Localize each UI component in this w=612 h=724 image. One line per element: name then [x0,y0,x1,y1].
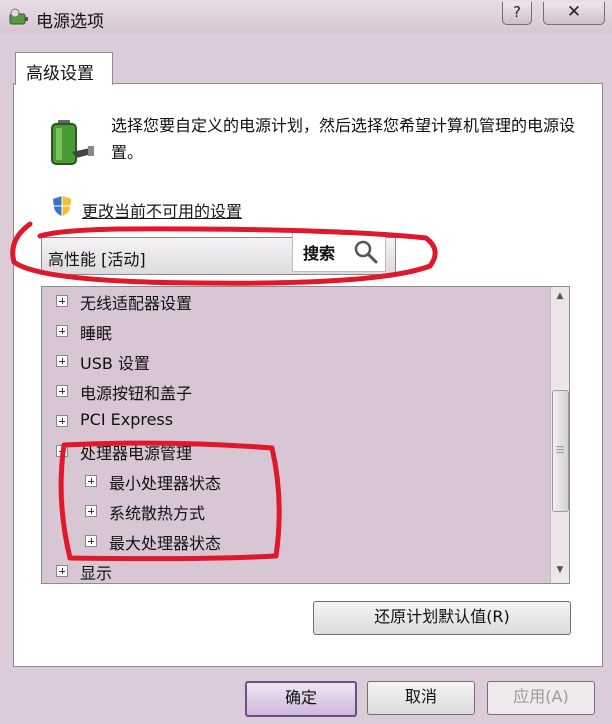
tree-item-label: USB 设置 [80,354,150,373]
search-label: 搜索 [303,244,336,263]
expand-icon[interactable] [85,535,97,547]
restore-defaults-button[interactable]: 还原计划默认值(R) [313,601,571,635]
expand-icon[interactable] [85,475,97,487]
power-options-window: 电源选项 ? ✕ 高级设置 选择您要自定义的电源计划，然后选择您希望计算机管理的… [0,0,612,724]
scrollbar-thumb[interactable]: — — — [552,390,569,512]
tree-item-label: 最大处理器状态 [109,534,222,553]
window-title: 电源选项 [36,12,104,32]
tab-advanced-settings[interactable]: 高级设置 [15,52,113,85]
tree-item-label: 显示 [80,564,113,583]
tree-item-label: 睡眠 [80,324,113,343]
help-button[interactable]: ? [502,2,532,25]
tree-item-label: 系统散热方式 [109,504,206,523]
collapse-icon[interactable] [56,445,68,457]
settings-tree[interactable]: 无线适配器设置 睡眠 USB 设置 电源按钮和盖子 PCI Express 处理… [41,286,570,584]
close-button[interactable]: ✕ [543,2,605,25]
tree-scrollbar[interactable]: ▲ — — — ▼ [550,287,569,583]
expand-icon[interactable] [56,295,68,307]
tree-item-label: 最小处理器状态 [109,474,222,493]
ok-button[interactable]: 确定 [245,681,357,717]
power-plan-value: 高性能 [活动] [48,250,146,269]
tab-label: 高级设置 [26,64,94,84]
tree-item-label: 无线适配器设置 [80,294,193,313]
tree-item-label: 处理器电源管理 [80,444,193,463]
tree-item-label: 电源按钮和盖子 [80,384,193,403]
battery-icon [51,120,94,165]
expand-icon[interactable] [56,415,68,427]
expand-icon[interactable] [56,385,68,397]
search-icon [354,240,378,264]
expand-icon[interactable] [56,565,68,577]
change-unavailable-settings-link[interactable]: 更改当前不可用的设置 [82,198,242,222]
grip-icon: — — — [556,442,564,457]
power-options-icon [9,8,28,25]
shield-icon [53,196,71,216]
apply-button[interactable]: 应用(A) [487,681,595,715]
cancel-button[interactable]: 取消 [367,681,475,715]
search-button[interactable]: 搜索 [292,232,386,272]
scroll-up-arrow-icon[interactable]: ▲ [554,291,566,305]
description-text: 选择您要自定义的电源计划，然后选择您希望计算机管理的电源设置。 [111,116,576,162]
title-bar: 电源选项 ? ✕ [0,0,612,34]
expand-icon[interactable] [85,505,97,517]
tree-item-label: PCI Express [80,410,174,429]
expand-icon[interactable] [56,355,68,367]
expand-icon[interactable] [56,325,68,337]
scroll-down-arrow-icon[interactable]: ▼ [554,565,566,579]
